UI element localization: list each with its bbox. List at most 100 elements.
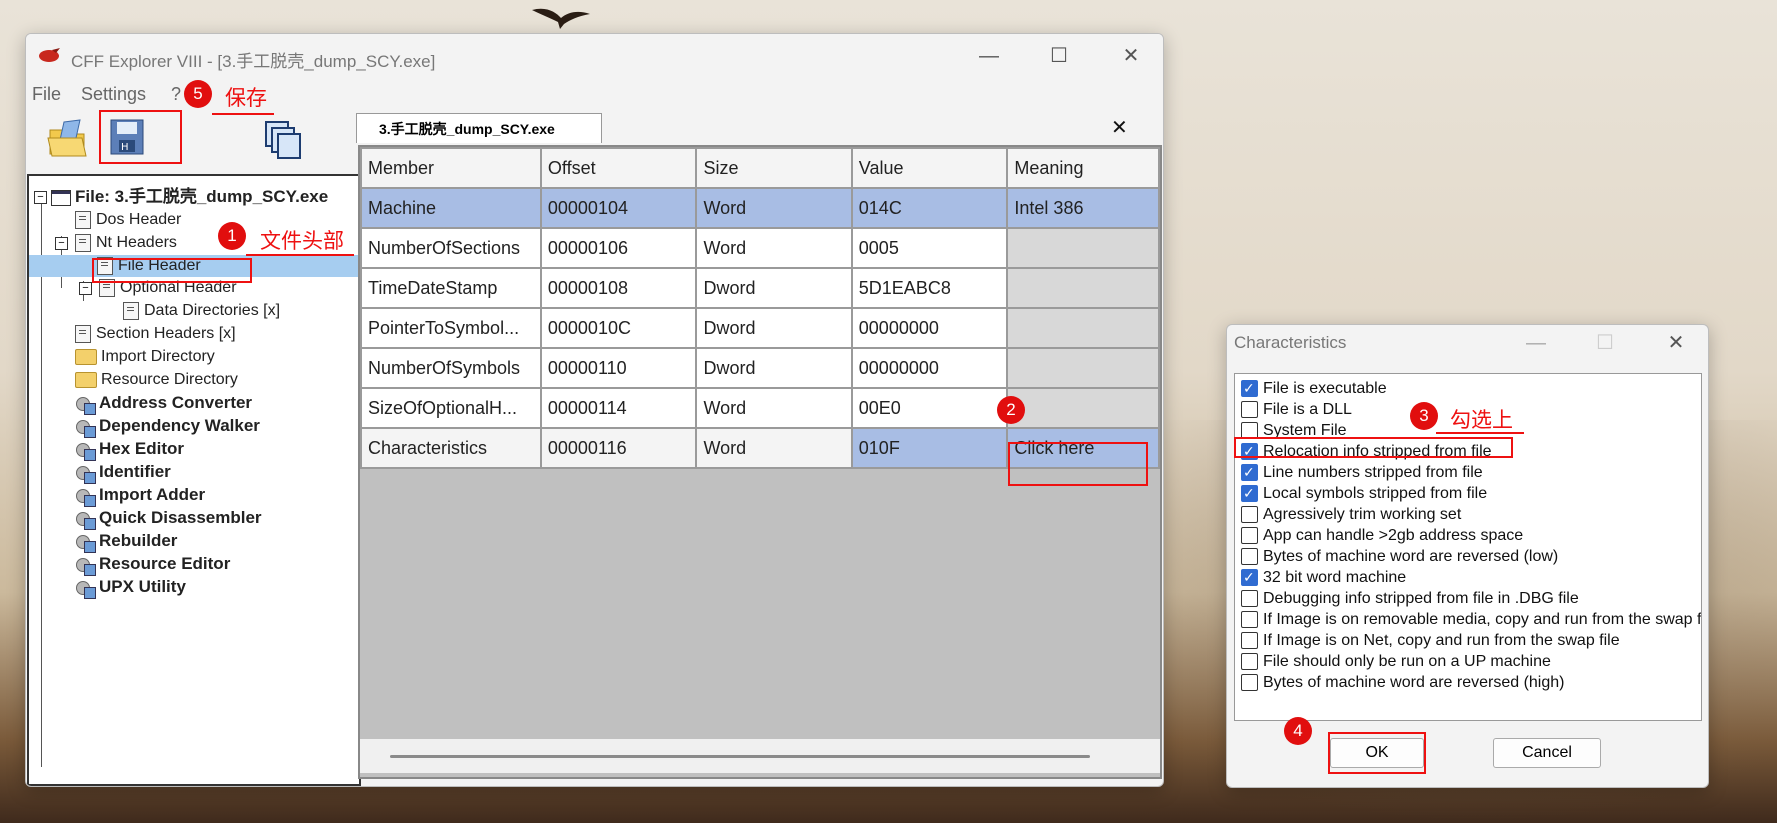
dialog-minimize-button[interactable]: — xyxy=(1515,329,1557,357)
cell-value[interactable]: 0005 xyxy=(850,227,1009,269)
minimize-button[interactable]: — xyxy=(968,42,1010,70)
tree-tool-dependency-walker[interactable]: Dependency Walker xyxy=(75,415,260,438)
checkbox[interactable] xyxy=(1241,462,1258,483)
cell-member[interactable]: TimeDateStamp xyxy=(360,267,542,309)
tree-tool-rebuilder[interactable]: Rebuilder xyxy=(75,530,177,553)
checkbox-label: Bytes of machine word are reversed (low) xyxy=(1263,548,1559,565)
table-row[interactable]: PointerToSymbol... 0000010C Dword 000000… xyxy=(360,307,1160,349)
tree-nt-headers[interactable]: Nt Headers xyxy=(75,232,177,254)
menu-file[interactable]: File xyxy=(32,84,61,105)
cell-member[interactable]: SizeOfOptionalH... xyxy=(360,387,542,429)
checkbox-label: Agressively trim working set xyxy=(1263,506,1462,523)
scrollbar-thumb[interactable] xyxy=(390,755,1090,758)
checkbox[interactable] xyxy=(1241,611,1258,628)
cell-offset[interactable]: 00000110 xyxy=(539,347,698,389)
cell-member[interactable]: Characteristics xyxy=(360,427,542,469)
cell-offset[interactable]: 00000104 xyxy=(539,187,698,229)
cell-meaning[interactable] xyxy=(1006,387,1160,429)
cancel-button[interactable]: Cancel xyxy=(1493,738,1601,768)
cell-meaning[interactable] xyxy=(1006,267,1160,309)
cell-member[interactable]: Machine xyxy=(360,187,542,229)
tab-file[interactable]: 3.手工脱壳_dump_SCY.exe xyxy=(356,113,602,143)
cell-size[interactable]: Word xyxy=(695,227,853,269)
dialog-close-button[interactable]: ✕ xyxy=(1655,329,1697,357)
tree-tool-upx-utility[interactable]: UPX Utility xyxy=(75,576,186,599)
cell-offset[interactable]: 00000116 xyxy=(539,427,698,469)
table-row[interactable]: NumberOfSymbols 00000110 Dword 00000000 xyxy=(360,347,1160,389)
cell-offset[interactable]: 0000010C xyxy=(539,307,698,349)
checkbox[interactable] xyxy=(1241,674,1258,691)
checkbox[interactable] xyxy=(1241,567,1258,588)
expand-nt-headers-icon[interactable]: − xyxy=(55,237,68,250)
cell-value[interactable]: 014C xyxy=(850,187,1009,229)
checkbox[interactable] xyxy=(1241,378,1258,399)
tree-tool-hex-editor[interactable]: Hex Editor xyxy=(75,438,184,461)
menu-settings[interactable]: Settings xyxy=(81,84,146,105)
checkbox[interactable] xyxy=(1241,483,1258,504)
cell-size[interactable]: Word xyxy=(695,427,853,469)
horizontal-scrollbar[interactable] xyxy=(360,739,1160,773)
close-button[interactable]: ✕ xyxy=(1110,42,1152,70)
tree-data-directories[interactable]: Data Directories [x] xyxy=(123,300,280,322)
cell-member[interactable]: NumberOfSymbols xyxy=(360,347,542,389)
cell-meaning[interactable] xyxy=(1006,307,1160,349)
checkbox[interactable] xyxy=(1241,506,1258,523)
cell-meaning[interactable]: Intel 386 xyxy=(1006,187,1160,229)
cell-size[interactable]: Dword xyxy=(695,307,853,349)
expand-optional-header-icon[interactable]: − xyxy=(79,282,92,295)
col-meaning[interactable]: Meaning xyxy=(1006,147,1160,189)
checkbox[interactable] xyxy=(1241,653,1258,670)
cell-offset[interactable]: 00000106 xyxy=(539,227,698,269)
col-offset[interactable]: Offset xyxy=(539,147,698,189)
cell-member[interactable]: PointerToSymbol... xyxy=(360,307,542,349)
cell-size[interactable]: Dword xyxy=(695,267,853,309)
tree-tool-address-converter[interactable]: Address Converter xyxy=(75,392,252,415)
tree-root[interactable]: File: 3.手工脱壳_dump_SCY.exe xyxy=(51,186,328,208)
table-row[interactable]: Machine 00000104 Word 014C Intel 386 xyxy=(360,187,1160,229)
checkbox[interactable] xyxy=(1241,548,1258,565)
cell-value[interactable]: 5D1EABC8 xyxy=(850,267,1009,309)
checkbox[interactable] xyxy=(1241,401,1258,418)
checkbox[interactable] xyxy=(1241,527,1258,544)
open-file-icon[interactable] xyxy=(46,116,90,160)
dialog-maximize-button[interactable]: ☐ xyxy=(1584,329,1626,357)
cell-member[interactable]: NumberOfSections xyxy=(360,227,542,269)
tree-tool-resource-editor[interactable]: Resource Editor xyxy=(75,553,230,576)
cell-offset[interactable]: 00000108 xyxy=(539,267,698,309)
expand-root-icon[interactable]: − xyxy=(34,191,47,204)
checkbox-label: File is executable xyxy=(1263,380,1387,397)
tree-tool-quick-disassembler[interactable]: Quick Disassembler xyxy=(75,507,262,530)
cell-size[interactable]: Word xyxy=(695,387,853,429)
tree-section-headers[interactable]: Section Headers [x] xyxy=(75,323,236,345)
tree-dos-header[interactable]: Dos Header xyxy=(75,209,181,231)
cell-value[interactable]: 00E0 xyxy=(850,387,1009,429)
menu-help[interactable]: ? xyxy=(171,84,181,105)
cell-value[interactable]: 00000000 xyxy=(850,347,1009,389)
windows-cascade-icon[interactable] xyxy=(262,118,306,162)
cell-value[interactable]: 010F xyxy=(850,427,1009,469)
table-row[interactable]: SizeOfOptionalH... 00000114 Word 00E0 xyxy=(360,387,1160,429)
maximize-button[interactable]: ☐ xyxy=(1038,42,1080,70)
table-row[interactable]: TimeDateStamp 00000108 Dword 5D1EABC8 xyxy=(360,267,1160,309)
col-size[interactable]: Size xyxy=(695,147,853,189)
tab-close-icon[interactable]: ✕ xyxy=(1111,115,1128,140)
cell-value[interactable]: 00000000 xyxy=(850,307,1009,349)
cell-size[interactable]: Word xyxy=(695,187,853,229)
tree-tool-identifier[interactable]: Identifier xyxy=(75,461,171,484)
checkbox[interactable] xyxy=(1241,590,1258,607)
checkbox[interactable] xyxy=(1241,632,1258,649)
tool-gear-icon xyxy=(75,579,96,599)
tree-import-directory[interactable]: Import Directory xyxy=(75,346,215,368)
cell-size[interactable]: Dword xyxy=(695,347,853,389)
annotation-text-file-header: 文件头部 xyxy=(260,230,344,253)
table-row[interactable]: NumberOfSections 00000106 Word 0005 xyxy=(360,227,1160,269)
col-member[interactable]: Member xyxy=(360,147,542,189)
tree-resource-directory[interactable]: Resource Directory xyxy=(75,369,238,391)
col-value[interactable]: Value xyxy=(850,147,1009,189)
annotation-step-5: 5 xyxy=(184,80,212,108)
tree-tool-import-adder[interactable]: Import Adder xyxy=(75,484,205,507)
cell-meaning[interactable] xyxy=(1006,347,1160,389)
cell-meaning[interactable] xyxy=(1006,227,1160,269)
tool-gear-icon xyxy=(75,418,96,438)
cell-offset[interactable]: 00000114 xyxy=(539,387,698,429)
